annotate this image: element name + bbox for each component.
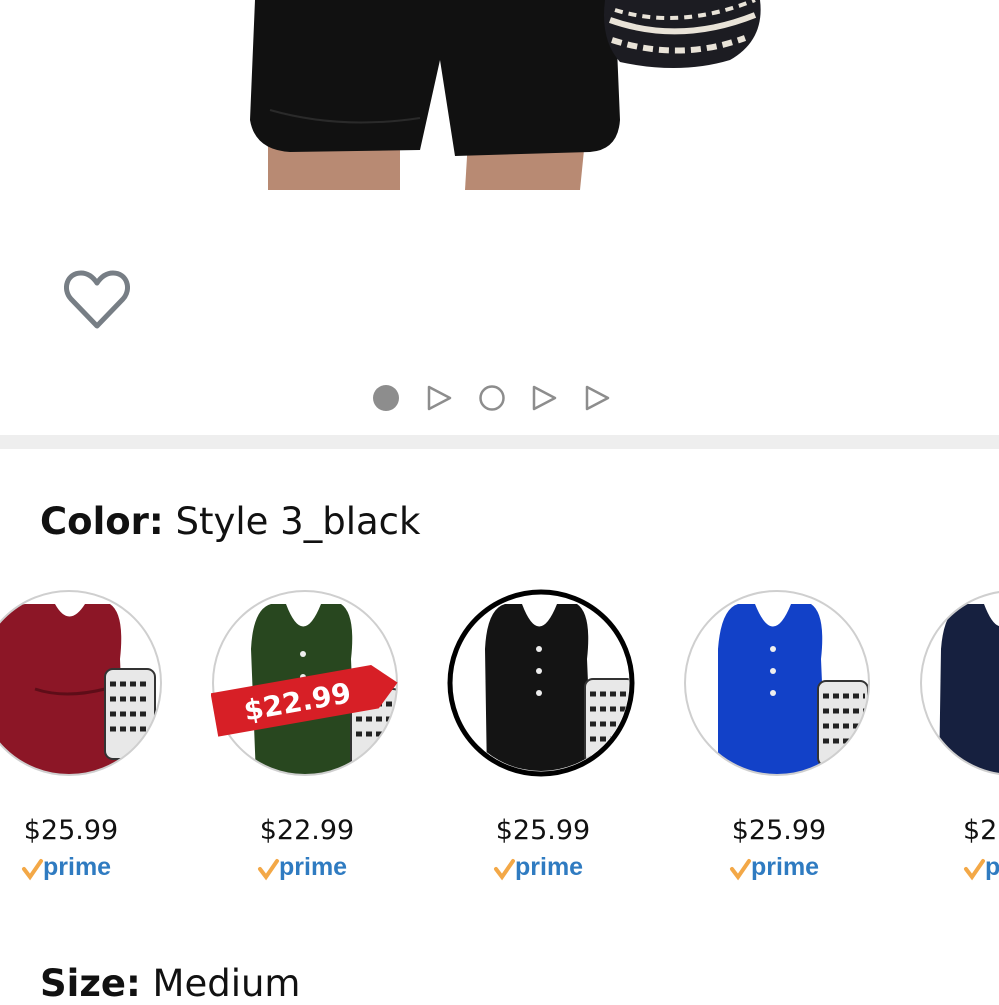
prime-text: p	[985, 853, 999, 881]
section-divider	[0, 435, 999, 449]
prime-check-icon: prime	[22, 853, 111, 881]
play-icon[interactable]	[425, 384, 453, 412]
size-selection-label: Size: Medium	[40, 962, 300, 1005]
swatch-red[interactable]: $25.99 prime	[0, 585, 171, 885]
color-label: Color:	[40, 500, 164, 543]
prime-text: prime	[43, 853, 111, 881]
prime-badge: prime	[0, 853, 171, 883]
swatch-blue-image	[684, 590, 870, 776]
swatch-price: $2	[963, 815, 998, 846]
prime-text: prime	[751, 853, 819, 881]
prime-badge: prime	[679, 853, 879, 883]
prime-badge: p	[963, 853, 999, 883]
prime-text: prime	[279, 853, 347, 881]
product-image-carousel[interactable]	[0, 0, 999, 440]
swatch-navy[interactable]: $2 p	[915, 585, 999, 885]
heart-outline-icon	[64, 270, 130, 329]
prime-text: prime	[515, 853, 583, 881]
carousel-dot[interactable]	[478, 384, 506, 412]
prime-check-icon: prime	[494, 853, 583, 881]
swatch-blue[interactable]: $25.99 prime	[679, 585, 879, 885]
size-value: Medium	[152, 962, 301, 1005]
prime-check-icon: prime	[258, 853, 347, 881]
prime-check-icon: prime	[730, 853, 819, 881]
color-selection-label: Color: Style 3_black	[40, 500, 420, 543]
play-icon[interactable]	[530, 384, 558, 412]
swatch-green-image: $22.99	[211, 590, 398, 776]
color-swatch-list[interactable]: $25.99 prime $22.99 $22.99 prime $25.99 …	[0, 585, 999, 895]
color-value: Style 3_black	[175, 500, 421, 543]
size-label: Size:	[40, 962, 141, 1005]
play-icon[interactable]	[583, 384, 611, 412]
product-photo	[250, 0, 761, 190]
swatch-price: $25.99	[731, 815, 827, 846]
swatch-navy-image	[920, 591, 999, 775]
prime-badge: prime	[443, 853, 643, 883]
swatch-price: $25.99	[23, 815, 119, 846]
swatch-green[interactable]: $22.99 $22.99 prime	[207, 585, 407, 885]
carousel-dot-active[interactable]	[372, 384, 400, 412]
swatch-black-selected[interactable]: $25.99 prime	[443, 585, 643, 885]
swatch-black-image	[447, 589, 635, 777]
wishlist-button[interactable]	[64, 268, 130, 330]
prime-check-icon: p	[964, 853, 999, 881]
swatch-red-image	[0, 590, 162, 776]
swatch-price: $22.99	[259, 815, 355, 846]
swatch-price: $25.99	[495, 815, 591, 846]
prime-badge: prime	[207, 853, 407, 883]
carousel-indicators	[370, 380, 620, 416]
